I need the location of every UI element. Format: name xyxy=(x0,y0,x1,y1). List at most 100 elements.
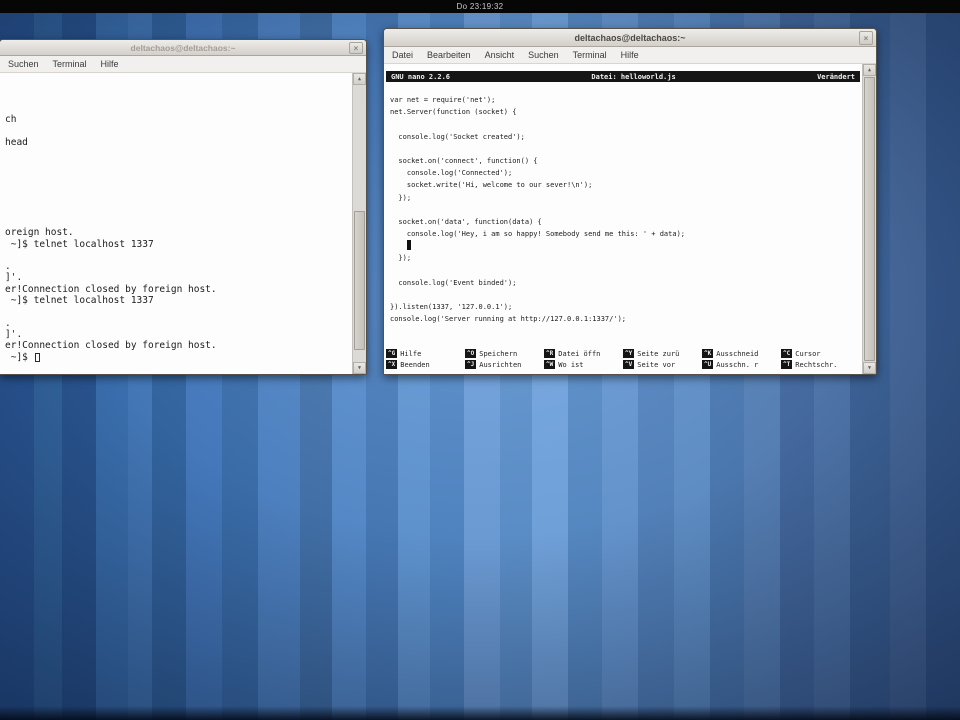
shortcut-label: Rechtschr. xyxy=(795,360,838,369)
terminal-line: head xyxy=(5,136,28,148)
shortcut-item: ^Y Seite zurü xyxy=(623,348,702,359)
nano-version: GNU nano 2.2.6 xyxy=(391,72,451,81)
shortcut-key: ^G xyxy=(386,349,398,358)
shortcut-key: ^V xyxy=(623,360,635,369)
shortcut-label: Ausschneid xyxy=(716,349,759,358)
menu-item[interactable]: Terminal xyxy=(53,59,87,69)
terminal-line: er!Connection closed by foreign host. xyxy=(5,340,217,352)
right-titlebar[interactable]: deltachaos@deltachaos:~ × xyxy=(384,29,876,47)
left-scrollbar[interactable]: ▲ ▼ xyxy=(352,73,366,374)
shortcut-key: ^O xyxy=(465,349,477,358)
scroll-up-icon: ▲ xyxy=(357,76,361,82)
shortcut-row-1: ^G Hilfe ^O Speichern ^R Datei öffn ^Y S… xyxy=(386,348,860,359)
left-window-title: deltachaos@deltachaos:~ xyxy=(130,42,236,53)
scroll-up-icon: ▲ xyxy=(867,67,871,73)
menu-item[interactable]: Terminal xyxy=(573,50,607,60)
terminal-line: . xyxy=(5,317,11,329)
top-panel: Do 23:19:32 xyxy=(0,0,960,13)
shortcut-key: ^U xyxy=(702,360,714,369)
left-close-button[interactable]: × xyxy=(349,42,363,54)
nano-filename: Datei: helloworld.js xyxy=(591,72,676,81)
menu-item[interactable]: Ansicht xyxy=(485,50,515,60)
shortcut-label: Seite zurü xyxy=(637,349,680,358)
shortcut-item: ^K Ausschneid xyxy=(702,348,781,359)
terminal-cursor xyxy=(34,352,40,362)
scroll-up-button[interactable]: ▲ xyxy=(353,73,366,85)
terminal-line: ~]$ telnet localhost 1337 xyxy=(5,238,154,250)
terminal-line: ch xyxy=(5,114,17,126)
terminal-window-right: deltachaos@deltachaos:~ × Datei Bearbeite… xyxy=(383,28,877,375)
code-line: console.log('Event binded'); xyxy=(390,278,517,287)
shortcut-item: ^G Hilfe xyxy=(386,348,465,359)
scroll-down-icon: ▼ xyxy=(357,365,361,371)
scroll-down-icon: ▼ xyxy=(867,365,871,371)
nano-terminal[interactable]: GNU nano 2.2.6 Datei: helloworld.js Verä… xyxy=(384,64,876,374)
nano-titlebar: GNU nano 2.2.6 Datei: helloworld.js Verä… xyxy=(386,71,860,82)
right-menubar: Datei Bearbeiten Ansicht Suchen Terminal Hilf… xyxy=(384,47,876,64)
terminal-line: . xyxy=(5,261,11,273)
nano-shortcut-bar: ^G Hilfe ^O Speichern ^R Datei öffn ^Y S… xyxy=(386,348,860,370)
shortcut-label: Seite vor xyxy=(637,360,676,369)
shortcut-item: ^O Speichern xyxy=(465,348,544,359)
code-line: console.log('Hey, i am so happy! Somebod… xyxy=(390,230,686,239)
code-line: console.log('Socket created'); xyxy=(390,132,525,141)
code-line: }); xyxy=(390,254,412,263)
menu-item[interactable]: Bearbeiten xyxy=(427,50,471,60)
scroll-down-button[interactable]: ▼ xyxy=(353,362,366,374)
shortcut-label: Beenden xyxy=(400,360,430,369)
shortcut-key: ^K xyxy=(702,349,714,358)
left-scroll-thumb[interactable] xyxy=(354,211,365,350)
terminal-line: er!Connection closed by foreign host. xyxy=(5,283,217,295)
shortcut-item: ^R Datei öffn xyxy=(544,348,623,359)
terminal-lines: ch head oreign host. ~]$ telnet localhost … xyxy=(0,73,366,352)
right-scroll-thumb[interactable] xyxy=(864,77,875,361)
code-line: net.Server(function (socket) { xyxy=(390,108,517,117)
scroll-down-button[interactable]: ▼ xyxy=(863,362,876,374)
shortcut-key: ^X xyxy=(386,360,398,369)
shortcut-item: ^C Cursor xyxy=(781,348,860,359)
terminal-line: ]'. xyxy=(5,272,23,284)
menu-item[interactable]: Suchen xyxy=(8,59,39,69)
menu-item[interactable]: Datei xyxy=(392,50,413,60)
prompt-line: ~]$ xyxy=(0,352,366,363)
shortcut-label: Wo ist xyxy=(558,360,584,369)
left-terminal-output[interactable]: ch head oreign host. ~]$ telnet localhost … xyxy=(0,73,366,374)
shortcut-key: ^T xyxy=(781,360,793,369)
shortcut-item: ^V Seite vor xyxy=(623,359,702,370)
left-titlebar[interactable]: deltachaos@deltachaos:~ × xyxy=(0,40,366,56)
terminal-line: ]'. xyxy=(5,328,23,340)
shortcut-label: Cursor xyxy=(795,349,821,358)
code-line: var net = require('net'); xyxy=(390,96,496,104)
menu-item[interactable]: Suchen xyxy=(528,50,559,60)
code-line: socket.on('connect', function() { xyxy=(390,156,538,165)
nano-code-area[interactable]: var net = require('net'); net.Server(func… xyxy=(384,82,876,326)
terminal-line: ~]$ telnet localhost 1337 xyxy=(5,295,154,307)
menu-item[interactable]: Hilfe xyxy=(101,59,119,69)
left-menubar: Suchen Terminal Hilfe xyxy=(0,56,366,73)
shortcut-label: Datei öffn xyxy=(558,349,601,358)
shortcut-key: ^C xyxy=(781,349,793,358)
panel-clock[interactable]: Do 23:19:32 xyxy=(457,2,504,11)
nano-modified-flag: Verändert xyxy=(817,72,855,81)
right-close-button[interactable]: × xyxy=(859,31,873,45)
right-scrollbar[interactable]: ▲ ▼ xyxy=(862,64,876,374)
bottom-shade xyxy=(0,706,960,720)
close-icon: × xyxy=(353,43,359,53)
menu-item[interactable]: Hilfe xyxy=(621,50,639,60)
shortcut-item: ^W Wo ist xyxy=(544,359,623,370)
shortcut-label: Hilfe xyxy=(400,349,422,358)
nano-cursor xyxy=(406,240,412,251)
scroll-up-button[interactable]: ▲ xyxy=(863,64,876,76)
